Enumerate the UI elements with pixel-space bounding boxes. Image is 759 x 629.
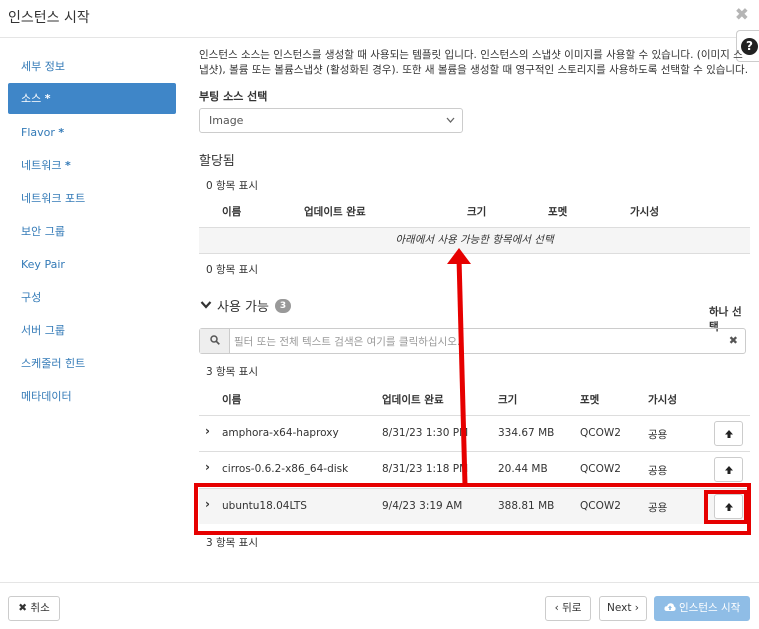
allocated-count-bottom: 0 항목 표시	[206, 264, 258, 276]
close-icon: ✖	[18, 602, 28, 614]
search-input[interactable]: 필터 또는 전체 텍스트 검색은 여기를 클릭하십시오.	[234, 334, 460, 349]
nav-item-network[interactable]: 네트워크 *	[8, 149, 176, 182]
modal-title: 인스턴스 시작	[8, 10, 90, 26]
nav-item-metadata[interactable]: 메타데이터	[8, 380, 176, 413]
nav-item-scheduler-hints[interactable]: 스케줄러 힌트	[8, 347, 176, 380]
image-visibility: 공용	[648, 502, 668, 514]
filter-bar: 필터 또는 전체 텍스트 검색은 여기를 클릭하십시오. ✖	[199, 328, 746, 354]
close-icon[interactable]: ✖	[735, 5, 749, 25]
launch-instance-button[interactable]: 인스턴스 시작	[654, 596, 750, 621]
nav-item-details[interactable]: 세부 정보	[8, 50, 176, 83]
chevron-down-icon[interactable]	[200, 300, 212, 310]
image-size: 388.81 MB	[498, 500, 555, 512]
image-name: ubuntu18.04LTS	[222, 500, 307, 512]
chevron-right-icon[interactable]: ›	[205, 424, 210, 438]
col-name: 이름	[222, 206, 242, 218]
image-format: QCOW2	[580, 427, 621, 439]
required-marker: *	[58, 126, 65, 139]
arrow-up-icon	[725, 503, 733, 511]
col-updated: 업데이트 완료	[382, 394, 444, 406]
image-format: QCOW2	[580, 463, 621, 475]
allocated-count-top: 0 항목 표시	[206, 180, 258, 192]
next-button[interactable]: Next ›	[599, 596, 647, 621]
table-row[interactable]: › amphora-x64-haproxy 8/31/23 1:30 PM 33…	[199, 415, 750, 451]
modal-footer: ✖ 취소 ‹ 뒤로 Next › 인스턴스 시작	[0, 582, 759, 629]
image-visibility: 공용	[648, 465, 668, 477]
col-visibility: 가시성	[648, 394, 677, 406]
available-count-top: 3 항목 표시	[206, 366, 258, 378]
image-name: cirros-0.6.2-x86_64-disk	[222, 463, 349, 475]
source-description: 인스턴스 소스는 인스턴스를 생성할 때 사용되는 템플릿 입니다. 인스턴스의…	[199, 49, 749, 76]
available-count-badge: 3	[275, 299, 291, 313]
image-updated: 8/31/23 1:30 PM	[382, 427, 469, 439]
col-size: 크기	[467, 206, 487, 218]
chevron-right-icon[interactable]: ›	[205, 497, 210, 511]
source-panel: 인스턴스 소스는 인스턴스를 생성할 때 사용되는 템플릿 입니다. 인스턴스의…	[199, 48, 751, 549]
col-size: 크기	[498, 394, 518, 406]
image-name: amphora-x64-haproxy	[222, 427, 339, 439]
nav-item-security-groups[interactable]: 보안 그룹	[8, 215, 176, 248]
nav-item-flavor[interactable]: Flavor *	[8, 116, 176, 149]
nav-item-network-ports[interactable]: 네트워크 포트	[8, 182, 176, 215]
available-title: 사용 가능	[217, 300, 269, 315]
cancel-button[interactable]: ✖ 취소	[8, 596, 60, 621]
wizard-nav: 세부 정보 소스 * Flavor * 네트워크 * 네트워크 포트 보안 그룹…	[8, 50, 176, 413]
available-table-header: 이름 업데이트 완료 크기 포멧 가시성	[199, 383, 750, 415]
filter-button[interactable]	[200, 329, 230, 353]
boot-source-label: 부팅 소스 선택	[199, 90, 268, 103]
back-button[interactable]: ‹ 뒤로	[545, 596, 591, 621]
allocated-table-header: 이름 업데이트 완료 크기 포멧 가시성	[199, 195, 750, 227]
nav-item-configuration[interactable]: 구성	[8, 281, 176, 314]
search-icon	[210, 335, 220, 345]
allocate-button[interactable]	[714, 457, 743, 482]
col-visibility: 가시성	[630, 206, 659, 218]
required-marker: *	[44, 92, 51, 105]
col-name: 이름	[222, 394, 242, 406]
allocate-button[interactable]	[714, 494, 743, 519]
image-updated: 9/4/23 3:19 AM	[382, 500, 463, 512]
col-format: 포멧	[580, 394, 600, 406]
allocated-title: 할당됨	[199, 154, 235, 169]
image-size: 334.67 MB	[498, 427, 555, 439]
table-row[interactable]: › ubuntu18.04LTS 9/4/23 3:19 AM 388.81 M…	[199, 488, 750, 524]
allocated-empty-row: 아래에서 사용 가능한 항목에서 선택	[199, 227, 750, 254]
modal-header: 인스턴스 시작 ✖	[0, 0, 759, 38]
image-format: QCOW2	[580, 500, 621, 512]
arrow-up-icon	[725, 430, 733, 438]
available-count-bottom: 3 항목 표시	[206, 537, 258, 549]
allocate-button[interactable]	[714, 421, 743, 446]
arrow-up-icon	[725, 466, 733, 474]
table-row[interactable]: › cirros-0.6.2-x86_64-disk 8/31/23 1:18 …	[199, 451, 750, 487]
nav-item-source[interactable]: 소스 *	[8, 83, 176, 114]
nav-item-server-groups[interactable]: 서버 그룹	[8, 314, 176, 347]
required-marker: *	[64, 159, 71, 172]
chevron-down-icon	[446, 117, 455, 123]
cloud-upload-icon	[664, 603, 676, 611]
nav-item-key-pair[interactable]: Key Pair	[8, 248, 176, 281]
image-updated: 8/31/23 1:18 PM	[382, 463, 469, 475]
col-updated: 업데이트 완료	[304, 206, 366, 218]
image-visibility: 공용	[648, 429, 668, 441]
clear-icon[interactable]: ✖	[729, 334, 738, 347]
image-size: 20.44 MB	[498, 463, 548, 475]
boot-source-select[interactable]: Image	[199, 108, 463, 133]
col-format: 포멧	[548, 206, 568, 218]
chevron-right-icon[interactable]: ›	[205, 460, 210, 474]
table-divider	[199, 484, 750, 485]
